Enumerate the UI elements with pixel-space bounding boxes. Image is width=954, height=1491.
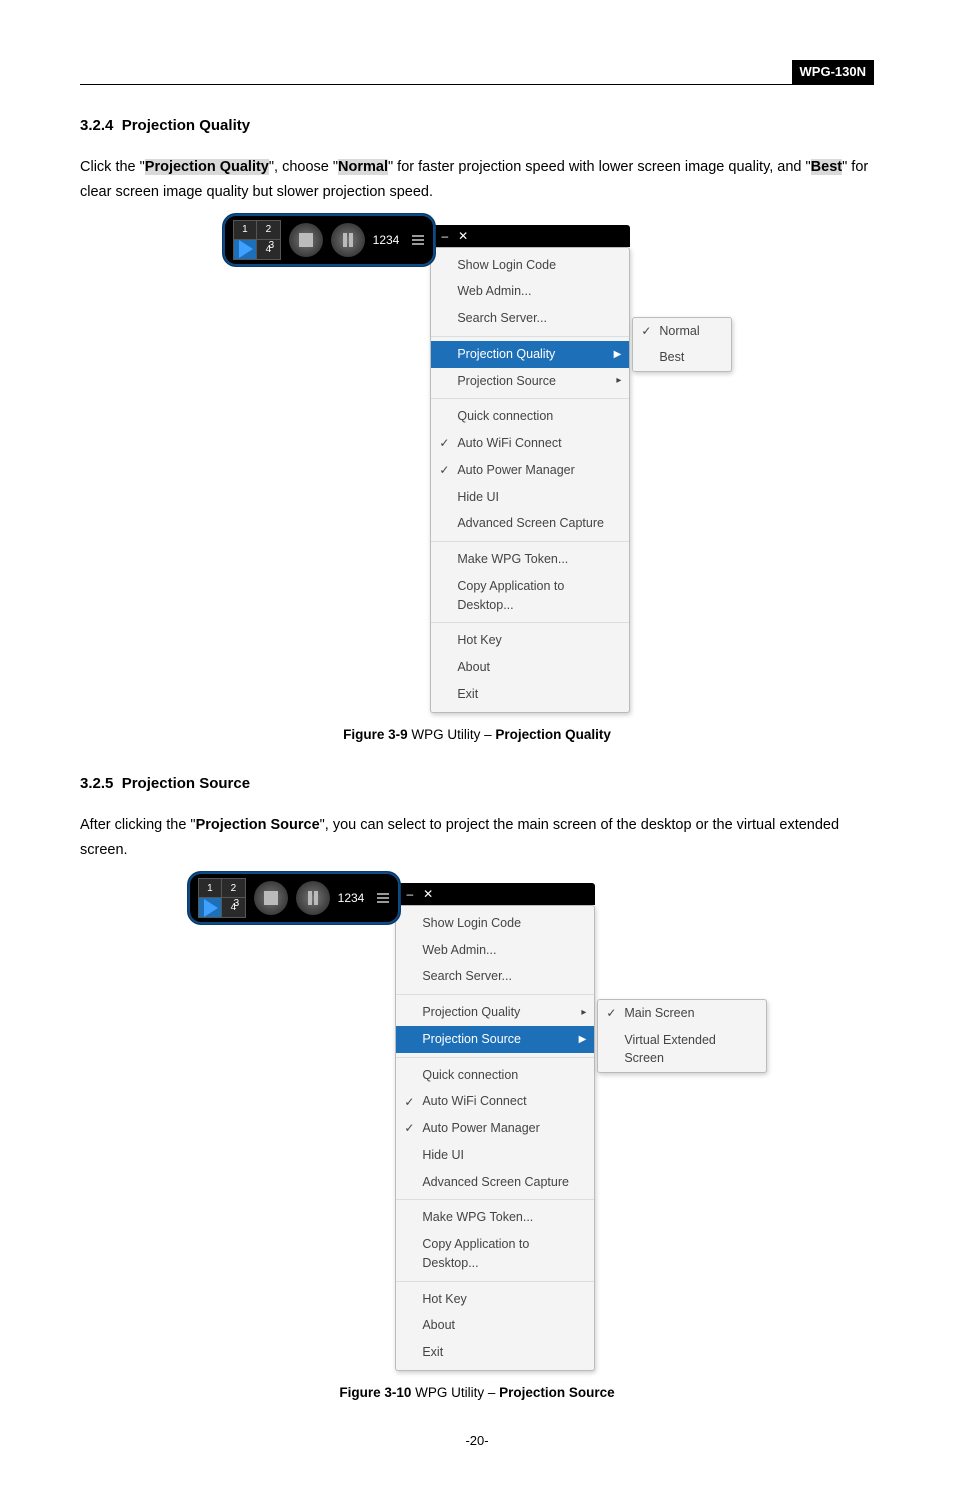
menu-projection-source[interactable]: Projection Source▶ [396, 1026, 594, 1053]
header-divider [80, 84, 874, 85]
figure-caption-source: Figure 3-10 WPG Utility – Projection Sou… [80, 1383, 874, 1403]
menu-about[interactable]: About [396, 1312, 594, 1339]
close-icon[interactable]: ✕ [419, 885, 437, 903]
stop-button[interactable] [289, 223, 323, 257]
menu-copy-to-desktop[interactable]: Copy Application to Desktop... [431, 573, 629, 619]
login-code: 1234 [338, 889, 365, 907]
menu-exit[interactable]: Exit [396, 1339, 594, 1366]
menu-projection-source[interactable]: Projection Source▸ [431, 368, 629, 395]
menu-projection-quality[interactable]: Projection Quality▶ [431, 341, 629, 368]
figure-projection-quality: 124 3 1234 | – ✕ [222, 225, 733, 713]
menu-icon[interactable] [376, 891, 390, 905]
context-menu: Show Login Code Web Admin... Search Serv… [395, 905, 595, 1371]
submenu-source-main[interactable]: Main Screen [598, 1000, 766, 1027]
menu-make-wpg-token[interactable]: Make WPG Token... [396, 1204, 594, 1231]
menu-web-admin[interactable]: Web Admin... [431, 278, 629, 305]
submenu-quality-normal[interactable]: Normal [633, 318, 731, 345]
chevron-right-icon: ▸ [616, 373, 621, 388]
submenu-source-virtual[interactable]: Virtual Extended Screen [598, 1027, 766, 1073]
chevron-right-icon: ▶ [579, 1032, 587, 1047]
menu-projection-quality[interactable]: Projection Quality▸ [396, 999, 594, 1026]
chevron-right-icon: ▶ [614, 347, 622, 362]
menu-exit[interactable]: Exit [431, 681, 629, 708]
menu-auto-power-manager[interactable]: Auto Power Manager [431, 457, 629, 484]
menu-search-server[interactable]: Search Server... [431, 305, 629, 332]
submenu-quality: Normal Best [632, 317, 732, 373]
page-number: -20- [80, 1431, 874, 1451]
utility-bar: 124 3 1234 [187, 871, 402, 925]
chevron-right-icon: ▸ [581, 1005, 586, 1020]
menu-show-login-code[interactable]: Show Login Code [431, 252, 629, 279]
submenu-quality-best[interactable]: Best [633, 344, 731, 371]
submenu-source: Main Screen Virtual Extended Screen [597, 999, 767, 1073]
menu-adv-screen-capture[interactable]: Advanced Screen Capture [431, 510, 629, 537]
menu-hotkey[interactable]: Hot Key [431, 627, 629, 654]
menu-quick-connection[interactable]: Quick connection [431, 403, 629, 430]
menu-hotkey[interactable]: Hot Key [396, 1286, 594, 1313]
menu-hide-ui[interactable]: Hide UI [431, 484, 629, 511]
minimize-icon[interactable]: – [402, 885, 417, 903]
window-controls: | – ✕ [428, 225, 630, 247]
pause-button[interactable] [331, 223, 365, 257]
context-menu: Show Login Code Web Admin... Search Serv… [430, 247, 630, 713]
pause-button[interactable] [296, 881, 330, 915]
product-badge: WPG-130N [792, 60, 874, 84]
menu-show-login-code[interactable]: Show Login Code [396, 910, 594, 937]
menu-make-wpg-token[interactable]: Make WPG Token... [431, 546, 629, 573]
login-code: 1234 [373, 231, 400, 249]
figure-caption-quality: Figure 3-9 WPG Utility – Projection Qual… [80, 725, 874, 745]
section-title-source: 3.2.5 Projection Source [80, 773, 874, 796]
minimize-icon[interactable]: – [437, 227, 452, 245]
menu-adv-screen-capture[interactable]: Advanced Screen Capture [396, 1169, 594, 1196]
stop-button[interactable] [254, 881, 288, 915]
menu-search-server[interactable]: Search Server... [396, 963, 594, 990]
menu-hide-ui[interactable]: Hide UI [396, 1142, 594, 1169]
menu-web-admin[interactable]: Web Admin... [396, 937, 594, 964]
menu-auto-wifi-connect[interactable]: Auto WiFi Connect [431, 430, 629, 457]
section-text-quality: Click the "Projection Quality", choose "… [80, 155, 874, 204]
utility-bar: 124 3 1234 [222, 213, 437, 267]
menu-auto-power-manager[interactable]: Auto Power Manager [396, 1115, 594, 1142]
section-title-quality: 3.2.4 Projection Quality [80, 115, 874, 138]
menu-icon[interactable] [411, 233, 425, 247]
window-controls: | – ✕ [393, 883, 595, 905]
figure-projection-source: 124 3 1234 | – ✕ Show [187, 883, 768, 1371]
menu-about[interactable]: About [431, 654, 629, 681]
section-text-source: After clicking the "Projection Source", … [80, 813, 874, 862]
menu-auto-wifi-connect[interactable]: Auto WiFi Connect [396, 1088, 594, 1115]
menu-quick-connection[interactable]: Quick connection [396, 1062, 594, 1089]
menu-copy-to-desktop[interactable]: Copy Application to Desktop... [396, 1231, 594, 1277]
close-icon[interactable]: ✕ [454, 227, 472, 245]
